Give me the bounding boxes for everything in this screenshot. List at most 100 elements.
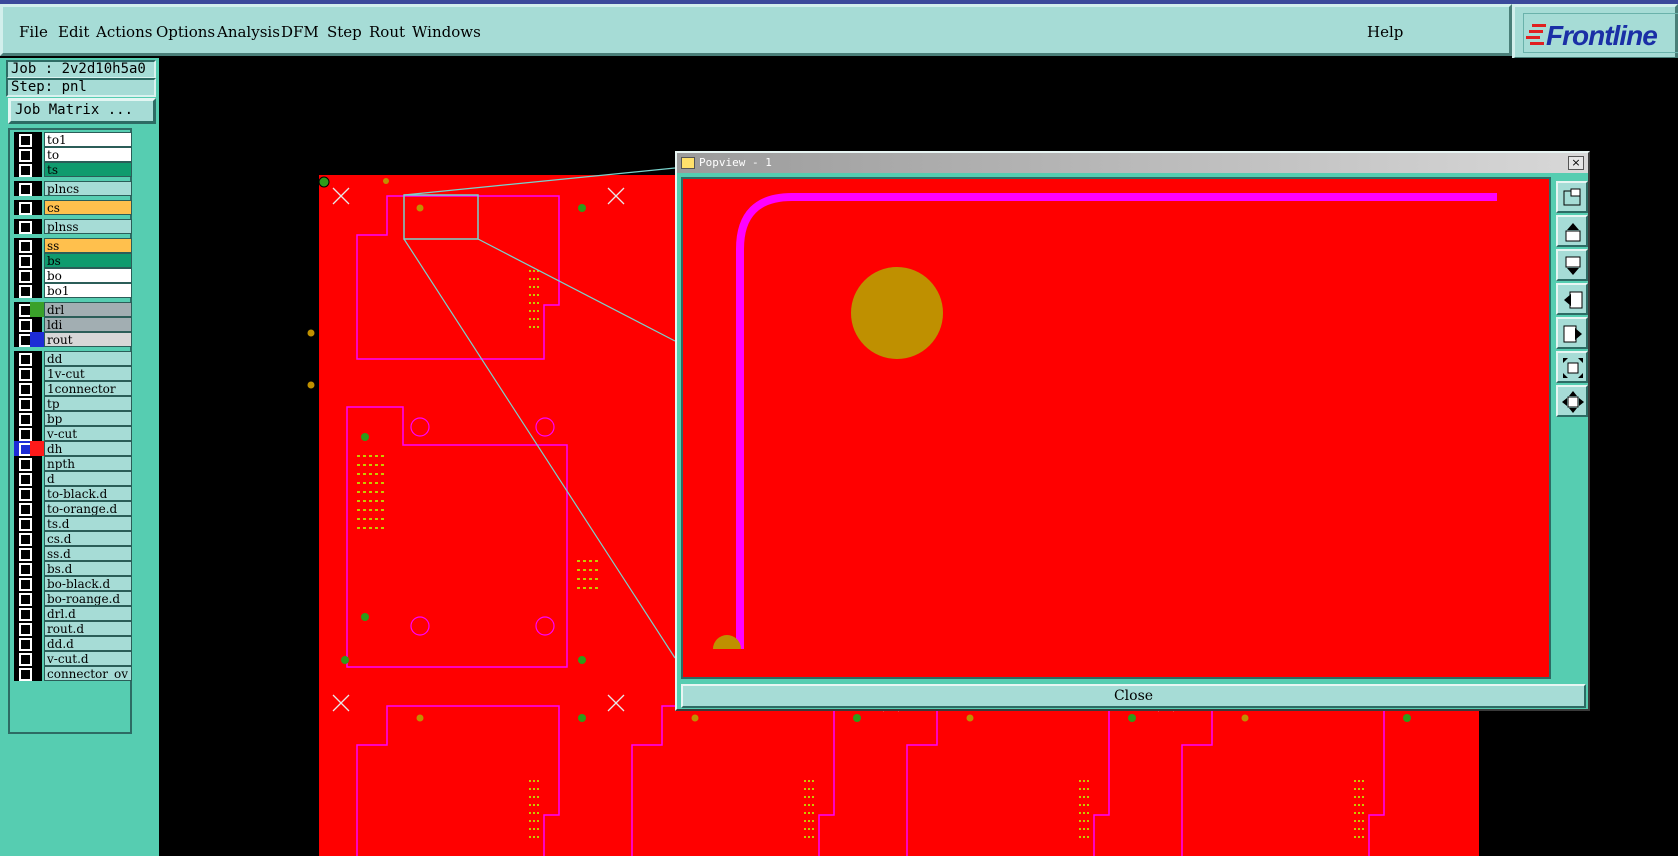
menu-analysis[interactable]: Analysis [217,23,280,41]
layer-row-ss[interactable]: ss [12,238,132,253]
layer-checkbox[interactable] [14,501,42,516]
layer-checkbox[interactable] [14,317,42,332]
layer-name[interactable]: bo [44,268,132,283]
layer-checkbox[interactable] [14,591,42,606]
layer-row-plncs[interactable]: plncs [12,181,132,196]
popview-canvas[interactable] [681,177,1551,679]
layer-checkbox[interactable] [14,181,42,196]
layer-checkbox[interactable] [14,132,42,147]
layer-name[interactable]: bs [44,253,132,268]
layer-row-dd-d[interactable]: dd.d [12,636,132,651]
layer-checkbox[interactable] [14,366,42,381]
layer-row-tp[interactable]: tp [12,396,132,411]
layer-name[interactable]: bp [44,411,132,426]
menu-options[interactable]: Options [156,23,215,41]
pan-left-icon[interactable] [1556,283,1588,315]
layer-checkbox[interactable] [14,576,42,591]
layer-checkbox[interactable] [14,200,42,215]
layer-checkbox[interactable] [14,516,42,531]
layer-name[interactable]: rout [44,332,132,347]
layer-row-ts-d[interactable]: ts.d [12,516,132,531]
layer-checkbox[interactable] [14,162,42,177]
layer-name[interactable]: drl [44,302,132,317]
layer-row-to-black-d[interactable]: to-black.d [12,486,132,501]
layer-row-v-cut[interactable]: v-cut [12,426,132,441]
layer-row-bo1[interactable]: bo1 [12,283,132,298]
layer-checkbox[interactable] [14,351,42,366]
layer-checkbox[interactable] [14,147,42,162]
layer-checkbox[interactable] [14,666,42,681]
layer-name[interactable]: bo-black.d [44,576,132,591]
job-matrix-button[interactable]: Job Matrix ... [8,98,156,124]
layer-name[interactable]: ss.d [44,546,132,561]
layer-row-bs[interactable]: bs [12,253,132,268]
layer-name[interactable]: bo1 [44,283,132,298]
layer-name[interactable]: bs.d [44,561,132,576]
layer-checkbox[interactable] [14,381,42,396]
layer-checkbox[interactable] [14,219,42,234]
layer-checkbox[interactable] [14,283,42,298]
layer-name[interactable]: to1 [44,132,132,147]
layer-row-cs[interactable]: cs [12,200,132,215]
layer-row-v-cut-d[interactable]: v-cut.d [12,651,132,666]
layer-name[interactable]: dd.d [44,636,132,651]
layer-name[interactable]: v-cut [44,426,132,441]
layer-row-ldi[interactable]: ldi [12,317,132,332]
layer-checkbox[interactable] [14,411,42,426]
layer-name[interactable]: dd [44,351,132,366]
layer-row-to[interactable]: to [12,147,132,162]
layer-name[interactable]: to [44,147,132,162]
layer-checkbox[interactable] [14,268,42,283]
layer-row-rout[interactable]: rout [12,332,132,347]
layer-row-dh[interactable]: dh [12,441,132,456]
layer-color-swatch[interactable] [30,332,44,347]
layer-name[interactable]: to-black.d [44,486,132,501]
layer-row-npth[interactable]: npth [12,456,132,471]
layer-row-bo-black-d[interactable]: bo-black.d [12,576,132,591]
center-icon[interactable] [1556,385,1588,417]
zoom-fit-icon[interactable] [1556,351,1588,383]
layer-row-to-orange-d[interactable]: to-orange.d [12,501,132,516]
layer-row-1connector-[interactable]: 1connector_ [12,381,132,396]
layer-name[interactable]: connector_ov [44,666,132,681]
pan-up-icon[interactable] [1556,215,1588,247]
layer-row-bs-d[interactable]: bs.d [12,561,132,576]
layer-checkbox[interactable] [14,426,42,441]
layer-name[interactable]: cs [44,200,132,215]
layer-name[interactable]: plncs [44,181,132,196]
layer-row-d[interactable]: d [12,471,132,486]
layer-name[interactable]: bo-roange.d [44,591,132,606]
close-button[interactable]: Close [681,684,1586,708]
layer-name[interactable]: plnss [44,219,132,234]
layer-checkbox[interactable] [14,253,42,268]
layer-checkbox[interactable] [14,471,42,486]
layer-name[interactable]: cs.d [44,531,132,546]
layer-name[interactable]: ldi [44,317,132,332]
layer-row-to1[interactable]: to1 [12,132,132,147]
layer-name[interactable]: ts.d [44,516,132,531]
layer-row-ss-d[interactable]: ss.d [12,546,132,561]
layer-name[interactable]: v-cut.d [44,651,132,666]
pan-right-icon[interactable] [1556,317,1588,349]
layer-checkbox[interactable] [14,606,42,621]
layer-checkbox[interactable] [14,651,42,666]
layer-name[interactable]: npth [44,456,132,471]
layer-checkbox[interactable] [14,238,42,253]
layer-row-1v-cut[interactable]: 1v-cut [12,366,132,381]
layer-color-swatch[interactable] [30,302,44,317]
layer-color-swatch[interactable] [30,441,44,456]
layer-checkbox[interactable] [14,621,42,636]
layer-name[interactable]: to-orange.d [44,501,132,516]
menu-windows[interactable]: Windows [412,23,481,41]
menu-dfm[interactable]: DFM [281,23,319,41]
layer-name[interactable]: 1v-cut [44,366,132,381]
layer-name[interactable]: ts [44,162,132,177]
layer-row-bo-roange-d[interactable]: bo-roange.d [12,591,132,606]
layer-checkbox[interactable] [14,486,42,501]
layer-row-cs-d[interactable]: cs.d [12,531,132,546]
pan-down-icon[interactable] [1556,249,1588,281]
layer-name[interactable]: tp [44,396,132,411]
layer-name[interactable]: dh [44,441,132,456]
menu-help[interactable]: Help [1367,23,1403,41]
menu-rout[interactable]: Rout [369,23,405,41]
